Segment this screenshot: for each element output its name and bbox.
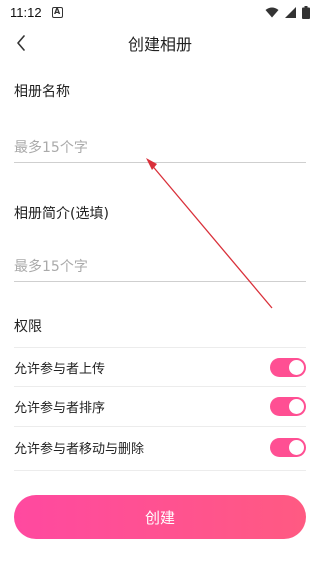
permission-label: 允许参与者移动与删除: [14, 441, 145, 457]
permission-label: 允许参与者上传: [14, 361, 106, 377]
upload-toggle[interactable]: [270, 357, 306, 377]
wifi-icon: [265, 7, 279, 17]
status-icons: [265, 5, 310, 19]
back-button[interactable]: [6, 28, 36, 58]
album-name-input[interactable]: [14, 133, 306, 163]
status-time: 11:12: [10, 4, 42, 20]
sort-toggle[interactable]: [270, 396, 306, 416]
chevron-left-icon: [17, 35, 25, 51]
divider: [14, 426, 306, 427]
album-name-label: 相册名称: [14, 84, 70, 100]
toggle-knob: [289, 398, 304, 414]
divider: [14, 470, 306, 471]
toggle-knob: [289, 439, 304, 455]
battery-icon: [302, 5, 310, 19]
permission-row-sort: 允许参与者排序: [14, 387, 306, 425]
signal-icon: [285, 6, 296, 18]
album-intro-label: 相册简介(选填): [14, 206, 109, 222]
album-intro-input[interactable]: [14, 252, 306, 282]
notification-a-icon: A: [51, 6, 63, 18]
status-bar: 11:12 A: [0, 0, 320, 24]
page-title: 创建相册: [127, 35, 192, 54]
toggle-knob: [289, 359, 304, 375]
move-delete-toggle[interactable]: [270, 437, 306, 457]
permissions-title: 权限: [14, 319, 42, 335]
create-button[interactable]: 创建: [14, 495, 306, 539]
nav-bar: 创建相册: [0, 24, 320, 62]
permission-label: 允许参与者排序: [14, 400, 106, 416]
permission-row-move-delete: 允许参与者移动与删除: [14, 428, 306, 466]
permission-row-upload: 允许参与者上传: [14, 348, 306, 386]
